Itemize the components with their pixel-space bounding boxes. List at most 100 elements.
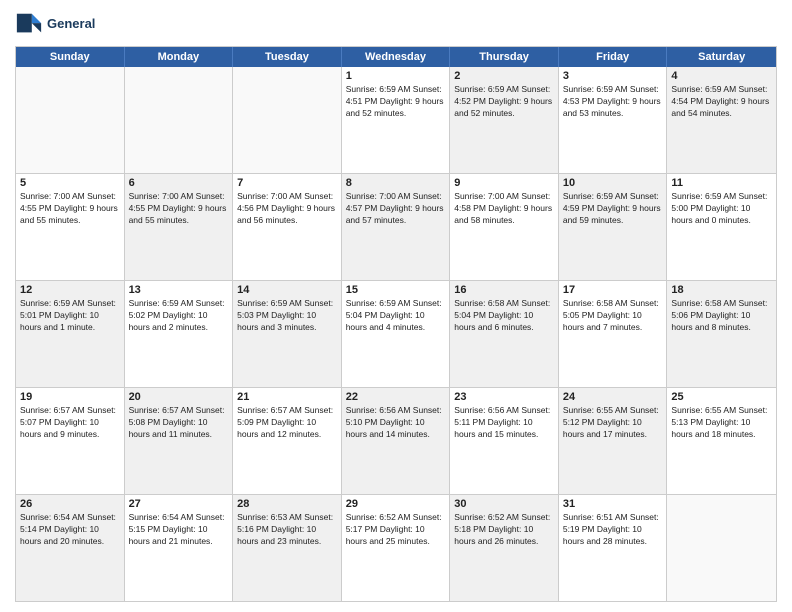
calendar-cell-day-3: 3 Sunrise: 6:59 AM Sunset: 4:53 PM Daylig… bbox=[559, 67, 668, 173]
day-number: 28 bbox=[237, 498, 337, 510]
day-info: Sunrise: 6:58 AM Sunset: 5:06 PM Dayligh… bbox=[671, 298, 772, 334]
day-info: Sunrise: 6:57 AM Sunset: 5:09 PM Dayligh… bbox=[237, 405, 337, 441]
day-info: Sunrise: 6:56 AM Sunset: 5:11 PM Dayligh… bbox=[454, 405, 554, 441]
day-number: 15 bbox=[346, 284, 446, 296]
day-info: Sunrise: 6:59 AM Sunset: 5:01 PM Dayligh… bbox=[20, 298, 120, 334]
day-info: Sunrise: 7:00 AM Sunset: 4:57 PM Dayligh… bbox=[346, 191, 446, 227]
day-info: Sunrise: 6:59 AM Sunset: 4:54 PM Dayligh… bbox=[671, 84, 772, 120]
day-number: 4 bbox=[671, 70, 772, 82]
calendar-cell-day-20: 20 Sunrise: 6:57 AM Sunset: 5:08 PM Dayli… bbox=[125, 388, 234, 494]
calendar-row-3: 19 Sunrise: 6:57 AM Sunset: 5:07 PM Dayli… bbox=[16, 387, 776, 494]
weekday-header-tuesday: Tuesday bbox=[233, 47, 342, 67]
calendar-row-1: 5 Sunrise: 7:00 AM Sunset: 4:55 PM Daylig… bbox=[16, 173, 776, 280]
logo-text: General bbox=[47, 16, 95, 32]
calendar: SundayMondayTuesdayWednesdayThursdayFrid… bbox=[15, 46, 777, 602]
day-info: Sunrise: 6:59 AM Sunset: 4:51 PM Dayligh… bbox=[346, 84, 446, 120]
day-number: 19 bbox=[20, 391, 120, 403]
calendar-cell-day-6: 6 Sunrise: 7:00 AM Sunset: 4:55 PM Daylig… bbox=[125, 174, 234, 280]
day-info: Sunrise: 6:59 AM Sunset: 4:53 PM Dayligh… bbox=[563, 84, 663, 120]
calendar-cell-day-23: 23 Sunrise: 6:56 AM Sunset: 5:11 PM Dayli… bbox=[450, 388, 559, 494]
day-info: Sunrise: 6:57 AM Sunset: 5:07 PM Dayligh… bbox=[20, 405, 120, 441]
calendar-cell-day-28: 28 Sunrise: 6:53 AM Sunset: 5:16 PM Dayli… bbox=[233, 495, 342, 601]
day-number: 9 bbox=[454, 177, 554, 189]
day-number: 23 bbox=[454, 391, 554, 403]
day-info: Sunrise: 7:00 AM Sunset: 4:58 PM Dayligh… bbox=[454, 191, 554, 227]
day-number: 3 bbox=[563, 70, 663, 82]
calendar-cell-day-19: 19 Sunrise: 6:57 AM Sunset: 5:07 PM Dayli… bbox=[16, 388, 125, 494]
calendar-cell-day-25: 25Sunrise: 6:55 AM Sunset: 5:13 PM Dayli… bbox=[667, 388, 776, 494]
day-number: 18 bbox=[671, 284, 772, 296]
day-number: 24 bbox=[563, 391, 663, 403]
day-number: 8 bbox=[346, 177, 446, 189]
calendar-cell-day-10: 10 Sunrise: 6:59 AM Sunset: 4:59 PM Dayli… bbox=[559, 174, 668, 280]
day-info: Sunrise: 6:58 AM Sunset: 5:05 PM Dayligh… bbox=[563, 298, 663, 334]
calendar-cell-day-29: 29 Sunrise: 6:52 AM Sunset: 5:17 PM Dayli… bbox=[342, 495, 451, 601]
calendar-cell-empty bbox=[667, 495, 776, 601]
day-info: Sunrise: 6:59 AM Sunset: 4:52 PM Dayligh… bbox=[454, 84, 554, 120]
day-number: 2 bbox=[454, 70, 554, 82]
day-number: 21 bbox=[237, 391, 337, 403]
day-number: 20 bbox=[129, 391, 229, 403]
day-info: Sunrise: 6:55 AM Sunset: 5:12 PM Dayligh… bbox=[563, 405, 663, 441]
day-info: Sunrise: 6:52 AM Sunset: 5:17 PM Dayligh… bbox=[346, 512, 446, 548]
logo-icon bbox=[15, 10, 43, 38]
day-info: Sunrise: 6:57 AM Sunset: 5:08 PM Dayligh… bbox=[129, 405, 229, 441]
day-number: 22 bbox=[346, 391, 446, 403]
day-number: 5 bbox=[20, 177, 120, 189]
calendar-row-0: 1 Sunrise: 6:59 AM Sunset: 4:51 PM Daylig… bbox=[16, 67, 776, 173]
day-number: 1 bbox=[346, 70, 446, 82]
day-info: Sunrise: 6:53 AM Sunset: 5:16 PM Dayligh… bbox=[237, 512, 337, 548]
calendar-cell-day-2: 2 Sunrise: 6:59 AM Sunset: 4:52 PM Daylig… bbox=[450, 67, 559, 173]
day-number: 17 bbox=[563, 284, 663, 296]
day-number: 13 bbox=[129, 284, 229, 296]
day-number: 7 bbox=[237, 177, 337, 189]
day-number: 10 bbox=[563, 177, 663, 189]
calendar-row-2: 12Sunrise: 6:59 AM Sunset: 5:01 PM Dayli… bbox=[16, 280, 776, 387]
calendar-cell-day-7: 7 Sunrise: 7:00 AM Sunset: 4:56 PM Daylig… bbox=[233, 174, 342, 280]
day-number: 31 bbox=[563, 498, 663, 510]
calendar-cell-day-9: 9 Sunrise: 7:00 AM Sunset: 4:58 PM Daylig… bbox=[450, 174, 559, 280]
calendar-cell-day-12: 12Sunrise: 6:59 AM Sunset: 5:01 PM Dayli… bbox=[16, 281, 125, 387]
weekday-header-sunday: Sunday bbox=[16, 47, 125, 67]
calendar-cell-day-21: 21 Sunrise: 6:57 AM Sunset: 5:09 PM Dayli… bbox=[233, 388, 342, 494]
day-info: Sunrise: 6:59 AM Sunset: 5:04 PM Dayligh… bbox=[346, 298, 446, 334]
day-number: 14 bbox=[237, 284, 337, 296]
calendar-cell-day-24: 24 Sunrise: 6:55 AM Sunset: 5:12 PM Dayli… bbox=[559, 388, 668, 494]
day-info: Sunrise: 7:00 AM Sunset: 4:56 PM Dayligh… bbox=[237, 191, 337, 227]
day-number: 6 bbox=[129, 177, 229, 189]
weekday-header-friday: Friday bbox=[559, 47, 668, 67]
calendar-cell-day-14: 14 Sunrise: 6:59 AM Sunset: 5:03 PM Dayli… bbox=[233, 281, 342, 387]
day-number: 27 bbox=[129, 498, 229, 510]
calendar-cell-day-13: 13 Sunrise: 6:59 AM Sunset: 5:02 PM Dayli… bbox=[125, 281, 234, 387]
weekday-header-thursday: Thursday bbox=[450, 47, 559, 67]
weekday-header-saturday: Saturday bbox=[667, 47, 776, 67]
calendar-cell-empty bbox=[125, 67, 234, 173]
calendar-cell-day-18: 18 Sunrise: 6:58 AM Sunset: 5:06 PM Dayli… bbox=[667, 281, 776, 387]
calendar-cell-day-5: 5Sunrise: 7:00 AM Sunset: 4:55 PM Daylig… bbox=[16, 174, 125, 280]
calendar-cell-day-31: 31 Sunrise: 6:51 AM Sunset: 5:19 PM Dayli… bbox=[559, 495, 668, 601]
day-info: Sunrise: 6:59 AM Sunset: 4:59 PM Dayligh… bbox=[563, 191, 663, 227]
day-info: Sunrise: 6:59 AM Sunset: 5:02 PM Dayligh… bbox=[129, 298, 229, 334]
page: General SundayMondayTuesdayWednesdayThur… bbox=[0, 0, 792, 612]
day-info: Sunrise: 6:54 AM Sunset: 5:14 PM Dayligh… bbox=[20, 512, 120, 548]
day-number: 29 bbox=[346, 498, 446, 510]
day-info: Sunrise: 6:51 AM Sunset: 5:19 PM Dayligh… bbox=[563, 512, 663, 548]
day-info: Sunrise: 6:59 AM Sunset: 5:00 PM Dayligh… bbox=[671, 191, 772, 227]
calendar-row-4: 26 Sunrise: 6:54 AM Sunset: 5:14 PM Dayli… bbox=[16, 494, 776, 601]
day-info: Sunrise: 6:59 AM Sunset: 5:03 PM Dayligh… bbox=[237, 298, 337, 334]
day-info: Sunrise: 6:54 AM Sunset: 5:15 PM Dayligh… bbox=[129, 512, 229, 548]
calendar-body: 1 Sunrise: 6:59 AM Sunset: 4:51 PM Daylig… bbox=[16, 67, 776, 601]
calendar-cell-day-30: 30Sunrise: 6:52 AM Sunset: 5:18 PM Dayli… bbox=[450, 495, 559, 601]
day-info: Sunrise: 6:55 AM Sunset: 5:13 PM Dayligh… bbox=[671, 405, 772, 441]
calendar-cell-empty bbox=[233, 67, 342, 173]
day-number: 30 bbox=[454, 498, 554, 510]
calendar-cell-empty bbox=[16, 67, 125, 173]
calendar-cell-day-27: 27 Sunrise: 6:54 AM Sunset: 5:15 PM Dayli… bbox=[125, 495, 234, 601]
day-info: Sunrise: 7:00 AM Sunset: 4:55 PM Dayligh… bbox=[129, 191, 229, 227]
day-number: 16 bbox=[454, 284, 554, 296]
weekday-header-monday: Monday bbox=[125, 47, 234, 67]
header: General bbox=[15, 10, 777, 38]
day-info: Sunrise: 6:56 AM Sunset: 5:10 PM Dayligh… bbox=[346, 405, 446, 441]
day-number: 26 bbox=[20, 498, 120, 510]
calendar-cell-day-8: 8 Sunrise: 7:00 AM Sunset: 4:57 PM Daylig… bbox=[342, 174, 451, 280]
